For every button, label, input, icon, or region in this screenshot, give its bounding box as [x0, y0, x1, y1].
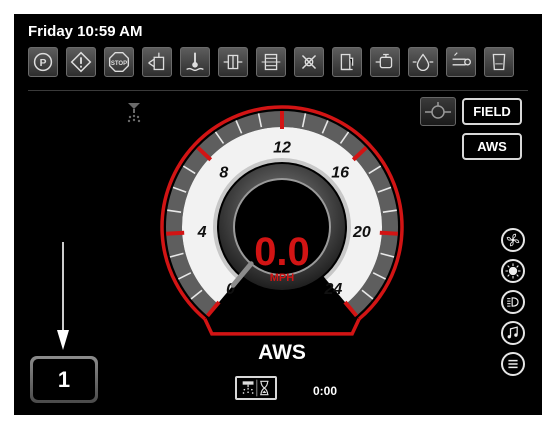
engine-icon — [370, 47, 400, 77]
spray-timer-button[interactable] — [235, 376, 277, 400]
menu-button[interactable] — [501, 352, 525, 376]
gear-indicator[interactable]: 1 — [30, 356, 98, 403]
hourglass-icon — [260, 380, 269, 396]
gauge-tick-label: 8 — [219, 165, 228, 182]
music-icon — [507, 326, 518, 339]
gauge-tick-label: 12 — [273, 140, 291, 157]
music-button[interactable] — [501, 321, 525, 345]
stop-icon: STOP — [104, 47, 134, 77]
gauge-tick-label: 20 — [352, 224, 371, 241]
gauge-base-outline — [203, 318, 361, 336]
gauge-tick-label: 24 — [324, 281, 343, 298]
headlight-button[interactable] — [501, 290, 525, 314]
aws-mode-button[interactable]: AWS — [462, 133, 522, 160]
gauge-major-tick — [379, 230, 398, 236]
hydraulic-icon — [142, 47, 172, 77]
oil-icon — [408, 47, 438, 77]
timer-value: 0:00 — [313, 384, 338, 398]
def-fluid-icon — [484, 47, 514, 77]
glow-plug-icon — [446, 47, 476, 77]
service-icon — [294, 47, 324, 77]
warning-icon — [66, 47, 96, 77]
header-divider — [28, 90, 528, 91]
menu-icon — [508, 359, 518, 369]
parking-brake-icon: P — [28, 47, 58, 77]
gauge-tick-label: 16 — [331, 165, 349, 182]
clock-label: Friday 10:59 AM — [28, 23, 143, 40]
svg-text:P: P — [40, 58, 47, 69]
speed-unit: MPH — [269, 272, 295, 284]
field-mode-button[interactable]: FIELD — [462, 98, 522, 125]
gauge-tick-label: 4 — [197, 224, 207, 241]
spray-nozzle-icon — [242, 381, 254, 394]
spray-indicator-icon — [127, 103, 141, 123]
filter-icon — [256, 47, 286, 77]
display-screen: Friday 10:59 AM P STOP FIELD AWS 0 4 8 1… — [14, 14, 542, 415]
down-arrow-icon — [57, 242, 69, 350]
transmission-icon — [218, 47, 248, 77]
speed-readout: 0.0 — [254, 230, 310, 274]
headlight-icon — [507, 297, 519, 307]
fan-button[interactable] — [501, 228, 525, 252]
svg-text:STOP: STOP — [111, 61, 127, 67]
fan-icon — [506, 233, 520, 247]
gear-value: 1 — [33, 359, 95, 400]
fuel-icon — [332, 47, 362, 77]
gear-selector-icon[interactable] — [420, 97, 456, 126]
light-icon — [505, 263, 521, 279]
coolant-temp-icon — [180, 47, 210, 77]
gauge-major-tick — [166, 230, 185, 236]
light-button[interactable] — [501, 259, 525, 283]
steer-mode-label: AWS — [258, 341, 306, 364]
